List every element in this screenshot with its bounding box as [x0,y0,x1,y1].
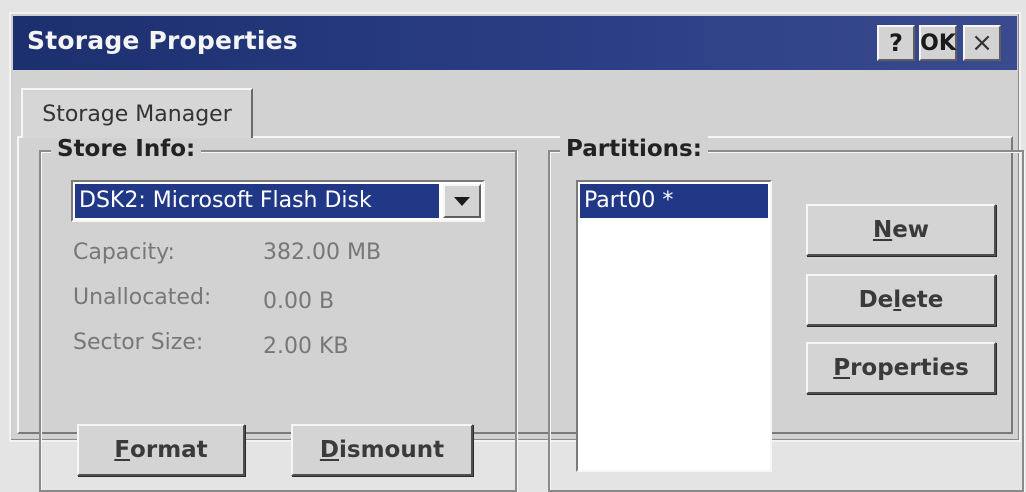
partitions-legend: Partitions: [560,136,708,162]
new-button[interactable]: New [806,204,996,256]
dismount-button[interactable]: Dismount [291,424,473,476]
list-item[interactable]: Part00 * [580,184,768,218]
window-title: Storage Properties [27,26,298,55]
capacity-value: 382.00 MB [263,240,382,265]
delete-label-pre: De [858,287,894,313]
format-mnemonic: F [114,437,131,463]
partitions-group: Partitions: Part00 * New De l ete Properti… [548,136,1024,492]
dismount-mnemonic: D [319,437,339,463]
sector-size-value: 2.00 KB [263,334,349,359]
partitions-listbox[interactable]: Part00 * [576,180,772,472]
dismount-label-rest: ismount [339,437,445,463]
store-select-dropdown-button[interactable] [443,184,481,218]
store-select-value[interactable]: DSK2: Microsoft Flash Disk [75,184,439,218]
close-button[interactable]: × [963,25,1001,61]
format-button[interactable]: Format [77,424,245,476]
storage-properties-window: Storage Properties ? OK × Storage Manage… [9,12,1024,492]
store-select-combobox[interactable]: DSK2: Microsoft Flash Disk [71,180,485,222]
store-info-legend: Store Info: [51,136,202,162]
delete-mnemonic: l [893,287,902,313]
properties-mnemonic: P [833,355,851,381]
sector-size-label: Sector Size: [73,330,204,355]
tab-storage-manager[interactable]: Storage Manager [21,88,253,138]
delete-button[interactable]: De l ete [806,274,996,326]
chevron-down-icon [454,196,470,206]
delete-label-rest: ete [901,287,944,313]
properties-label-rest: roperties [850,355,969,381]
capacity-label: Capacity: [73,240,175,265]
new-mnemonic: N [872,217,893,243]
format-label-rest: ormat [130,437,208,463]
new-label-rest: ew [892,217,930,243]
properties-button[interactable]: Properties [806,342,996,394]
unallocated-label: Unallocated: [73,285,212,310]
dialog-client-area: Storage Manager Store Info: DSK2: Micros… [13,70,1024,492]
help-button[interactable]: ? [877,25,915,61]
store-info-group: Store Info: DSK2: Microsoft Flash Disk C… [39,136,517,492]
ok-button[interactable]: OK [919,25,957,61]
title-bar: Storage Properties ? OK × [13,16,1017,70]
unallocated-value: 0.00 B [263,289,335,314]
